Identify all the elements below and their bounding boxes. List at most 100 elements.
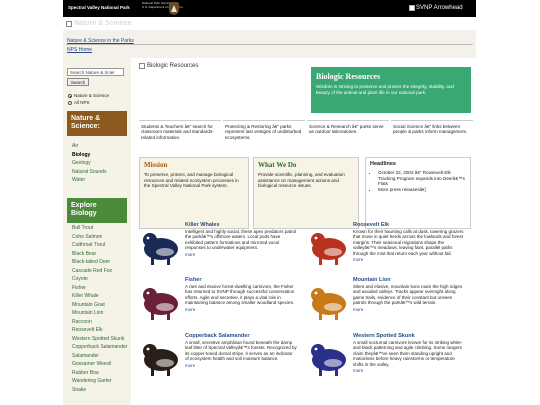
breadcrumb-nps-home[interactable]: NPS Home — [67, 47, 92, 53]
section-heading-explore-biology: Explore Biology — [67, 198, 127, 223]
more-link[interactable]: more — [185, 363, 297, 368]
animal-card: Copperback Salamander A small, secretive … — [139, 333, 299, 390]
banner-alt-text: Nature & Science — [74, 20, 132, 27]
nature-science-banner[interactable]: Nature & Science — [66, 19, 186, 28]
broken-image-icon — [409, 5, 415, 11]
nps-arrowhead-logo[interactable] — [169, 2, 179, 15]
animal-name[interactable]: Killer Whales — [185, 222, 297, 228]
arrowhead-alt-text: SVNP Arrowhead — [416, 5, 463, 11]
main-content: Biologic Resources Biologic Resources Wi… — [131, 58, 476, 405]
animal-card: Mountain Lion Silent and elusive, mountai… — [307, 277, 467, 334]
sidebar-item-biology-species[interactable]: Coho Salmon — [72, 233, 127, 242]
sidebar-item-biology-species[interactable]: Western Spotted Skunk — [72, 335, 127, 344]
animal-illustration[interactable] — [307, 334, 351, 380]
what-we-do-box: What We Do Provide scientific, planning,… — [253, 157, 359, 229]
svnp-arrowhead-image[interactable]: SVNP Arrowhead — [409, 2, 481, 14]
sidebar-item-biology-species[interactable]: Rubber Boa — [72, 369, 127, 378]
animal-illustration[interactable] — [139, 223, 183, 269]
sidebar-item-water[interactable]: Water — [72, 176, 106, 185]
sidebar-item-biology[interactable]: Biology — [72, 151, 106, 160]
sidebar-item-air[interactable]: Air — [72, 142, 106, 151]
breadcrumb: Nature & Science in the Parks NPS Home — [63, 30, 476, 58]
animal-illustration[interactable] — [139, 278, 183, 324]
search-button[interactable]: Search — [67, 78, 89, 86]
radio-label: All NPS — [74, 100, 90, 105]
biologic-resources-image: Biologic Resources — [139, 63, 198, 69]
audience-students-teachers[interactable]: Students & Teachers â€“ search for class… — [139, 120, 221, 148]
animal-description: Known for their haunting calls at dusk, … — [353, 228, 464, 256]
audience-protecting-restoring[interactable]: Protecting & Restoring â€“ parks represe… — [223, 120, 305, 148]
sidebar-item-biology-species[interactable]: Mountain Goat — [72, 301, 127, 310]
animal-card: Killer Whales Intelligent and highly soci… — [139, 222, 299, 279]
headline-item[interactable]: October 22, 2003 â€“ Roosevelt Elk Track… — [378, 170, 466, 187]
animal-description: A small nocturnal carnivore known for it… — [353, 339, 463, 367]
sidebar-item-biology-species[interactable]: Copperback Salamander — [72, 343, 127, 352]
radio-label: Nature & Science — [74, 93, 110, 98]
more-link[interactable]: more — [353, 257, 465, 262]
animal-name[interactable]: Copperback Salamander — [185, 333, 297, 339]
sidebar-item-biology-species[interactable]: Gossamer Weevil — [72, 360, 127, 369]
animal-illustration[interactable] — [307, 278, 351, 324]
more-link[interactable]: more — [353, 307, 465, 312]
mission-box: Mission To preserve, protect, and manage… — [139, 157, 249, 229]
sidebar: Search Nature & Scier Search Nature & Sc… — [63, 58, 131, 405]
mission-title: Mission — [144, 161, 168, 169]
more-link[interactable]: more — [185, 307, 297, 312]
what-we-do-title: What We Do — [258, 161, 297, 169]
page-title: Biologic Resources — [316, 72, 381, 81]
more-link[interactable]: more — [185, 252, 297, 257]
animal-description: Intelligent and highly social, these ape… — [185, 228, 297, 251]
animal-description: Silent and elusive, mountain lions roam … — [353, 283, 463, 306]
headlines-box: Headlines October 22, 2003 â€“ Roosevelt… — [365, 157, 471, 229]
radio-checked-icon — [68, 93, 72, 98]
audience-science-research[interactable]: Science & Research â€“ parks serve as ou… — [307, 120, 389, 148]
sidebar-item-biology-species[interactable]: Black Bear — [72, 250, 127, 259]
sidebar-item-biology-species[interactable]: Salamander — [72, 352, 127, 361]
search-input[interactable]: Search Nature & Scier — [67, 68, 124, 76]
explore-biology-nav: Bull Trout Coho Salmon Cutthroat Trout Blac… — [72, 224, 127, 394]
broken-image-icon — [66, 20, 72, 27]
sidebar-item-biology-species[interactable]: Wandering Garter — [72, 377, 127, 386]
sidebar-item-biology-species[interactable]: Roosevelt Elk — [72, 326, 127, 335]
sidebar-item-biology-species[interactable]: Coyote — [72, 275, 127, 284]
hero-alt-text: Biologic Resources — [147, 63, 199, 69]
sidebar-item-geology[interactable]: Geology — [72, 159, 106, 168]
animal-description: A rare and elusive forest-dwelling carni… — [185, 283, 295, 306]
sidebar-item-biology-species[interactable]: Cascade Red Fox — [72, 267, 127, 276]
divider — [66, 44, 473, 45]
sidebar-item-biology-species[interactable]: Snake — [72, 386, 127, 395]
section-heading-nature-science: Nature & Science: — [67, 111, 127, 136]
park-name: Spectral Valley National Park — [68, 5, 130, 10]
sidebar-item-biology-species[interactable]: Raccoon — [72, 318, 127, 327]
sidebar-item-biology-species[interactable]: Fisher — [72, 284, 127, 293]
radio-all-nps[interactable]: All NPS — [68, 100, 90, 105]
animal-card: Roosevelt Elk Known for their haunting ca… — [307, 222, 467, 279]
what-we-do-text: Provide scientific, planning, and evalua… — [258, 172, 345, 189]
radio-unchecked-icon — [68, 100, 72, 105]
mission-text: To preserve, protect, and manage biologi… — [144, 172, 239, 189]
animal-description: A small, secretive amphibian found benea… — [185, 339, 297, 362]
animal-card: Western Spotted Skunk A small nocturnal c… — [307, 333, 467, 390]
headlines-title: Headlines — [370, 161, 396, 167]
sidebar-item-biology-species[interactable]: Mountain Lion — [72, 309, 127, 318]
animal-name[interactable]: Mountain Lion — [353, 277, 465, 283]
animal-name[interactable]: Fisher — [185, 277, 297, 283]
sidebar-item-natural-sounds[interactable]: Natural Sounds — [72, 168, 106, 177]
broken-image-icon — [139, 63, 145, 69]
radio-nature-science[interactable]: Nature & Science — [68, 93, 109, 98]
sidebar-item-biology-species[interactable]: Black-tailed Deer — [72, 258, 127, 267]
nature-science-nav: Air Biology Geology Natural Sounds Water — [72, 142, 106, 185]
sidebar-item-biology-species[interactable]: Cutthroat Trout — [72, 241, 127, 250]
animal-illustration[interactable] — [139, 334, 183, 380]
animal-card: Fisher A rare and elusive forest-dwelling… — [139, 277, 299, 334]
more-link[interactable]: more — [353, 368, 465, 373]
sidebar-item-biology-species[interactable]: Killer Whale — [72, 292, 127, 301]
hero-text: Wisdom is striving to preserve and prote… — [316, 84, 454, 95]
animal-illustration[interactable] — [307, 223, 351, 269]
sidebar-item-biology-species[interactable]: Bull Trout — [72, 224, 127, 233]
headline-item[interactable]: More press releasesâ€¦ — [378, 187, 466, 193]
animal-name[interactable]: Western Spotted Skunk — [353, 333, 465, 339]
animal-name[interactable]: Roosevelt Elk — [353, 222, 465, 228]
audience-social-science[interactable]: Social Science â€“ links between people … — [391, 120, 473, 148]
hero-panel: Biologic Resources Wisdom is striving to… — [311, 67, 471, 113]
